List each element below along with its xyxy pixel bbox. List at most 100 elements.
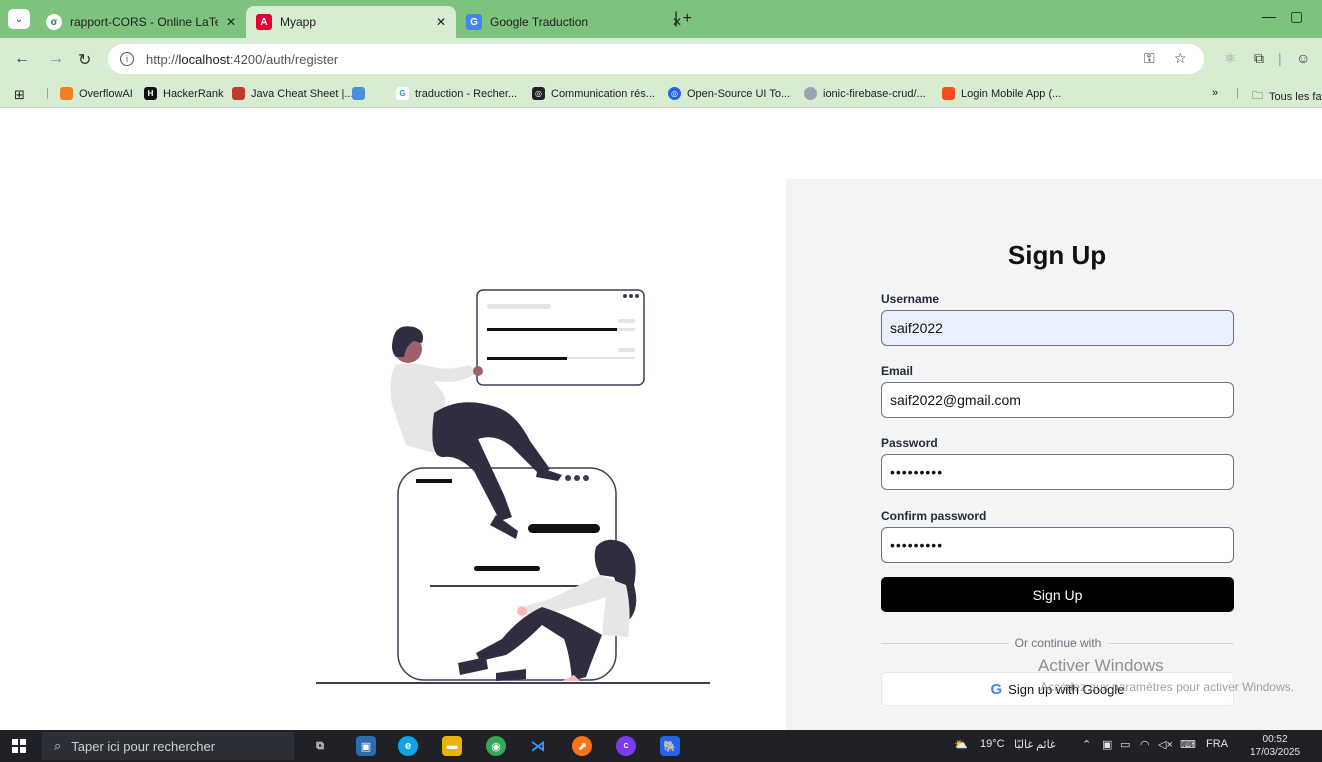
key-icon[interactable]: ⚿ bbox=[1144, 50, 1155, 67]
language-indicator[interactable]: FRA bbox=[1206, 738, 1228, 750]
battery-icon[interactable]: ▭ bbox=[1120, 738, 1130, 751]
store-icon[interactable]: ▣ bbox=[356, 736, 376, 756]
target-icon: ◎ bbox=[668, 87, 681, 100]
confirm-password-label: Confirm password bbox=[881, 509, 987, 523]
taskbar-search-placeholder: Taper ici pour rechercher bbox=[71, 738, 216, 754]
separator: | bbox=[46, 87, 49, 99]
weather-temperature: 19°C bbox=[980, 738, 1005, 750]
tab-google-traduction[interactable]: G Google Traduction ✕ bbox=[456, 6, 692, 38]
tray-app-icon[interactable]: ▣ bbox=[1102, 738, 1112, 751]
all-bookmarks-folder[interactable]: 🗀 Tous les fa bbox=[1252, 87, 1322, 106]
confirm-password-input[interactable]: ••••••••• bbox=[881, 527, 1234, 563]
or-continue-with-text: Or continue with bbox=[1014, 636, 1102, 650]
chrome-icon[interactable]: ◉ bbox=[486, 736, 506, 756]
edge-icon[interactable]: e bbox=[398, 736, 418, 756]
hackerrank-icon: H bbox=[144, 87, 157, 100]
weather-description: غائم غالبًا bbox=[1014, 739, 1056, 751]
screen: ⌄ σ rapport-CORS - Online LaTeX Ed ✕ A M… bbox=[0, 0, 1322, 762]
postgresql-icon[interactable]: 🐘 bbox=[660, 736, 680, 756]
close-icon[interactable]: ✕ bbox=[226, 15, 236, 29]
bookmark-communication[interactable]: ◎ Communication rés... bbox=[532, 87, 655, 100]
close-icon[interactable]: ✕ bbox=[436, 15, 446, 29]
site-info-icon[interactable]: i bbox=[120, 52, 134, 66]
divider-left bbox=[881, 643, 1009, 644]
email-input[interactable]: saif2022@gmail.com bbox=[881, 382, 1234, 418]
profile-avatar-icon[interactable]: ☺ bbox=[1296, 50, 1310, 66]
username-input[interactable]: saif2022 bbox=[881, 310, 1234, 346]
bookmark-separator-icon bbox=[352, 87, 371, 100]
restore-icon[interactable]: ▢ bbox=[1290, 8, 1303, 25]
sign-up-button[interactable]: Sign Up bbox=[881, 577, 1234, 612]
browser-toolbar: ← → ↻ i http://localhost:4200/auth/regis… bbox=[0, 38, 1322, 82]
google-icon: G bbox=[990, 680, 1003, 698]
weather-icon[interactable]: ⛅ bbox=[954, 738, 968, 751]
separator: | bbox=[1278, 50, 1282, 66]
volume-icon[interactable]: ◁× bbox=[1158, 738, 1173, 751]
tab-title: rapport-CORS - Online LaTeX Ed bbox=[70, 15, 218, 29]
password-input[interactable]: ••••••••• bbox=[881, 454, 1234, 490]
signup-illustration bbox=[316, 289, 710, 684]
forward-icon[interactable]: → bbox=[48, 50, 64, 68]
bookmark-label: Communication rés... bbox=[551, 87, 655, 100]
bookmark-java-cheat-sheet[interactable]: Java Cheat Sheet |... bbox=[232, 87, 354, 100]
windows-activation-title: Activer Windows bbox=[1038, 656, 1164, 675]
bookmark-label: traduction - Recher... bbox=[415, 87, 518, 100]
tab-title: Myapp bbox=[280, 15, 317, 29]
bookmark-traduction[interactable]: Gtraduction - Recher... bbox=[396, 87, 517, 100]
search-icon: ⌕ bbox=[54, 738, 62, 753]
bookmark-label: Open-Source UI To... bbox=[687, 87, 791, 100]
apps-grid-icon[interactable]: ⊞ bbox=[14, 87, 25, 103]
bookmark-login-mobile-app[interactable]: Login Mobile App (... bbox=[942, 87, 1061, 100]
bookmark-hackerrank[interactable]: H HackerRank bbox=[144, 87, 224, 100]
taskbar-clock[interactable]: 00:52 17/03/2025 bbox=[1250, 733, 1300, 759]
google-translate-icon: G bbox=[466, 14, 482, 30]
bookmark-ionic-firebase[interactable]: ionic-firebase-crud/... bbox=[804, 87, 926, 100]
windows-activation-text: Accédez aux paramètres pour activer Wind… bbox=[1040, 680, 1295, 694]
reload-icon[interactable]: ↻ bbox=[78, 50, 91, 70]
vscode-icon[interactable]: ⋊ bbox=[528, 736, 548, 756]
overleaf-icon: σ bbox=[46, 14, 62, 30]
folder-icon: 🗀 bbox=[1252, 90, 1263, 102]
divider-right bbox=[1108, 643, 1234, 644]
more-bookmarks-icon[interactable]: » bbox=[1212, 87, 1218, 99]
separator: | bbox=[1236, 87, 1239, 99]
file-explorer-icon[interactable]: ▬ bbox=[442, 736, 462, 756]
overflowai-icon bbox=[60, 87, 73, 100]
windows-start-icon[interactable] bbox=[12, 739, 26, 753]
github-icon bbox=[804, 87, 817, 100]
google-icon: G bbox=[396, 87, 409, 100]
extensions-icon[interactable]: ⧉ bbox=[1254, 50, 1264, 67]
tab-myapp[interactable]: A Myapp ✕ bbox=[246, 6, 456, 38]
address-bar[interactable]: i http://localhost:4200/auth/register bbox=[108, 44, 1204, 74]
url-path: :4200/auth/register bbox=[229, 51, 339, 67]
windows-taskbar: ⌕ Taper ici pour rechercher ⧉ ▣ e ▬ ◉ ⋊ … bbox=[0, 730, 1322, 762]
back-icon[interactable]: ← bbox=[14, 50, 30, 68]
taskbar-search[interactable]: ⌕ Taper ici pour rechercher bbox=[42, 732, 294, 760]
new-tab-button[interactable]: | + bbox=[674, 10, 692, 28]
email-label: Email bbox=[881, 364, 914, 378]
wifi-icon[interactable]: ◠ bbox=[1140, 738, 1150, 751]
bookmark-open-source-ui[interactable]: ◎ Open-Source UI To... bbox=[668, 87, 790, 100]
chatgpt-icon: ◎ bbox=[532, 87, 545, 100]
bookmark-label: Login Mobile App (... bbox=[961, 87, 1062, 100]
minimize-icon[interactable]: — bbox=[1262, 8, 1276, 24]
task-view-icon[interactable]: ⧉ bbox=[310, 736, 330, 756]
clock-time: 00:52 bbox=[1262, 734, 1288, 745]
bookmark-label: HackerRank bbox=[163, 87, 224, 100]
tab-rapport-cors[interactable]: σ rapport-CORS - Online LaTeX Ed ✕ bbox=[36, 6, 246, 38]
keyboard-icon[interactable]: ⌨ bbox=[1180, 738, 1196, 751]
angular-icon: A bbox=[256, 14, 272, 30]
tab-search-button[interactable]: ⌄ bbox=[8, 9, 30, 29]
url-host: localhost bbox=[178, 51, 230, 67]
bookmarks-bar: ⊞ | OverflowAI H HackerRank Java Cheat Sh… bbox=[0, 82, 1322, 108]
chevron-up-icon[interactable]: ⌃ bbox=[1082, 738, 1091, 751]
extension-react-icon[interactable]: ⚛ bbox=[1224, 50, 1237, 67]
bookmark-overflowai[interactable]: OverflowAI bbox=[60, 87, 133, 100]
postman-icon[interactable]: ⬈ bbox=[572, 736, 592, 756]
bookmark-label: Java Cheat Sheet |... bbox=[251, 87, 354, 100]
bookmark-label: ionic-firebase-crud/... bbox=[823, 87, 926, 100]
tab-title: Google Traduction bbox=[490, 15, 589, 29]
bookmark-star-icon[interactable]: ☆ bbox=[1174, 50, 1187, 67]
canva-icon[interactable]: C bbox=[616, 736, 636, 756]
clock-date: 17/03/2025 bbox=[1250, 747, 1301, 758]
